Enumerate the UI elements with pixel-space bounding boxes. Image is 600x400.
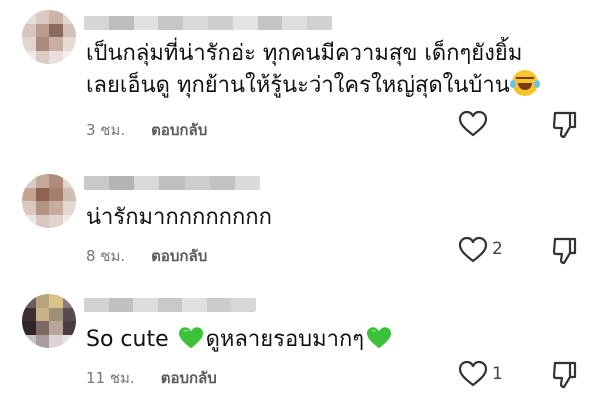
- comment-time: 11 ชม.: [86, 369, 135, 387]
- username-blurred[interactable]: [84, 176, 260, 190]
- green-heart-icon: [367, 327, 392, 349]
- heart-outline-icon[interactable]: [458, 236, 488, 264]
- comment-meta: 8 ชม. ตอบกลับ: [86, 244, 207, 268]
- comment-item: เป็นกลุ่มที่น่ารักอ่ะ ทุกคนมีความสุข เด็…: [0, 0, 600, 146]
- username-blurred[interactable]: [84, 16, 332, 30]
- comment-item: น่ารักมากกกกกกกก 8 ชม. ตอบกลับ 2: [0, 146, 600, 284]
- like-count: 2: [492, 239, 503, 259]
- thumbs-down-icon[interactable]: [552, 236, 578, 266]
- green-heart-icon: [178, 327, 203, 349]
- username-blurred[interactable]: [84, 298, 256, 312]
- avatar[interactable]: [22, 10, 76, 64]
- comment-time: 3 ชม.: [86, 121, 126, 139]
- laughing-face-icon: [509, 70, 540, 96]
- avatar[interactable]: [22, 174, 76, 228]
- avatar[interactable]: [22, 294, 76, 348]
- heart-outline-icon[interactable]: [458, 110, 488, 138]
- comment-text: น่ารักมากกกกกกกก: [86, 205, 272, 230]
- comment-meta: 3 ชม. ตอบกลับ: [86, 118, 207, 142]
- comment-text: So cute ดูหลายรอบมากๆ: [86, 324, 394, 356]
- thumbs-down-icon[interactable]: [552, 360, 578, 390]
- reply-button[interactable]: ตอบกลับ: [151, 244, 207, 268]
- thumbs-down-icon[interactable]: [552, 110, 578, 140]
- like-count: 1: [492, 364, 503, 384]
- comment-time: 8 ชม.: [86, 247, 126, 265]
- heart-outline-icon[interactable]: [458, 360, 488, 388]
- comment-item: So cute ดูหลายรอบมากๆ 11 ชม. ตอบกลับ 1: [0, 284, 600, 400]
- reply-button[interactable]: ตอบกลับ: [151, 118, 207, 142]
- comment-text: เป็นกลุ่มที่น่ารักอ่ะ ทุกคนมีความสุข เด็…: [86, 38, 540, 102]
- comment-meta: 11 ชม. ตอบกลับ: [86, 366, 217, 390]
- reply-button[interactable]: ตอบกลับ: [161, 366, 217, 390]
